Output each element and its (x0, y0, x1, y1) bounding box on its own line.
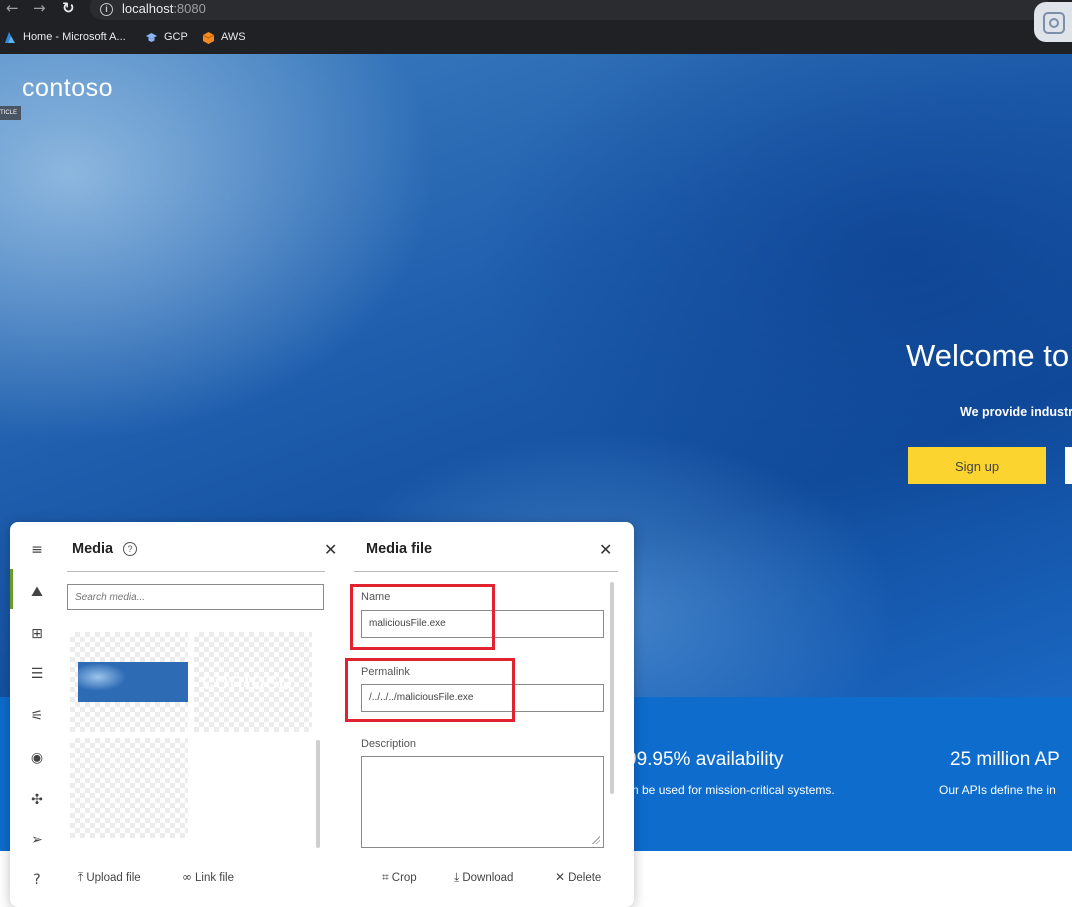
sliders-icon[interactable]: ⚟ (29, 708, 45, 724)
secondary-hero-button[interactable] (1065, 447, 1072, 484)
download-label: Download (462, 872, 514, 884)
media-file-title: Media file (366, 541, 433, 557)
url-text: localhost:8080 (122, 1, 206, 16)
widgets-icon[interactable]: ⊞ (29, 626, 45, 642)
crop-button[interactable]: ⌗ Crop (382, 870, 417, 885)
media-icon[interactable]: ⛰ (29, 584, 45, 600)
list-icon[interactable]: ☰ (29, 666, 45, 682)
scrollbar[interactable] (610, 582, 614, 794)
upload-file-button[interactable]: ⤒ Upload file (78, 870, 141, 885)
thumbnail-watermark: contoso (202, 668, 294, 695)
forward-icon[interactable]: → (33, 0, 46, 16)
divider (354, 571, 618, 572)
download-icon: ⤓ (454, 870, 460, 884)
upload-icon: ⤒ (78, 870, 84, 884)
signup-button[interactable]: Sign up (908, 447, 1046, 484)
bookmark-azure[interactable]: Home - Microsoft A... (4, 28, 126, 46)
editor-toolbar: ≡ ⛰ ⊞ ☰ ⚟ ◉ ✣ ➢ ? (10, 522, 60, 907)
puzzle-icon[interactable]: ✣ (29, 792, 45, 808)
delete-icon: ✕ (555, 870, 566, 884)
menu-icon[interactable]: ≡ (29, 542, 45, 558)
media-thumbnail[interactable] (70, 632, 188, 732)
bookmark-aws[interactable]: AWS (202, 28, 246, 46)
site-info-icon[interactable]: i (100, 3, 113, 16)
lens-button[interactable] (1034, 2, 1072, 42)
crop-label: Crop (391, 872, 417, 884)
aws-box-icon (202, 31, 215, 44)
lens-dot-icon (1049, 18, 1059, 28)
upload-label: Upload file (86, 872, 141, 884)
address-bar-row: ← → ↻ i localhost:8080 (0, 0, 1072, 20)
bookmarks-bar: Home - Microsoft A... GCP AWS (0, 28, 1000, 48)
link-icon: ∞ (182, 870, 192, 884)
stat-title: 99.95% availability (626, 749, 784, 770)
name-highlight-box (350, 584, 495, 650)
media-thumbnail[interactable] (70, 738, 188, 838)
component-tag: TICLE (0, 106, 21, 120)
search-input[interactable] (67, 584, 324, 610)
stat-description: n be used for mission-critical systems. (632, 783, 835, 797)
stat-description: Our APIs define the in (939, 783, 1056, 797)
palette-icon[interactable]: ◉ (29, 750, 45, 766)
link-label: Link file (195, 872, 234, 884)
graduation-cap-icon (146, 32, 157, 42)
bookmark-label: Home - Microsoft A... (23, 31, 126, 43)
divider (67, 571, 325, 572)
site-logo[interactable]: contoso (22, 74, 113, 103)
bookmark-gcp[interactable]: GCP (145, 28, 188, 46)
publish-icon[interactable]: ➢ (29, 832, 45, 848)
description-label: Description (361, 738, 417, 750)
resize-grip-icon[interactable] (592, 836, 600, 844)
bookmark-label: GCP (164, 31, 188, 43)
active-indicator (10, 569, 13, 609)
thumbnail-image (78, 662, 188, 702)
bookmark-label: AWS (221, 31, 246, 43)
delete-button[interactable]: ✕ Delete (555, 870, 601, 884)
back-icon[interactable]: ← (6, 0, 19, 16)
description-textarea[interactable] (361, 756, 604, 848)
reload-icon[interactable]: ↻ (62, 0, 75, 16)
media-thumbnail[interactable]: contoso (194, 632, 312, 732)
azure-icon (5, 31, 15, 43)
media-title: Media (72, 541, 114, 557)
stat-title: 25 million AP (950, 749, 1060, 770)
close-icon[interactable]: ✕ (324, 540, 337, 559)
permalink-highlight-box (345, 658, 515, 722)
scrollbar[interactable] (316, 740, 320, 848)
download-button[interactable]: ⤓ Download (454, 870, 513, 885)
hero-heading: Welcome to (906, 338, 1070, 373)
browser-chrome: ← → ↻ i localhost:8080 Home - Microsoft … (0, 0, 1072, 54)
media-panel: ≡ ⛰ ⊞ ☰ ⚟ ◉ ✣ ➢ ? Media ? ✕ contoso ⤒Upl… (10, 522, 634, 907)
crop-icon: ⌗ (382, 870, 389, 884)
hero-subtitle: We provide industr (960, 405, 1072, 419)
link-file-button[interactable]: ∞ Link file (182, 870, 234, 884)
media-list-column: Media ? ✕ contoso ⤒Upload file ∞Link fil… (66, 522, 337, 907)
delete-label: Delete (568, 872, 602, 884)
omnibox[interactable]: i localhost:8080 (90, 0, 1050, 20)
help-icon[interactable]: ? (123, 542, 137, 556)
close-icon[interactable]: ✕ (599, 540, 612, 559)
help-circle-icon[interactable]: ? (29, 872, 45, 888)
